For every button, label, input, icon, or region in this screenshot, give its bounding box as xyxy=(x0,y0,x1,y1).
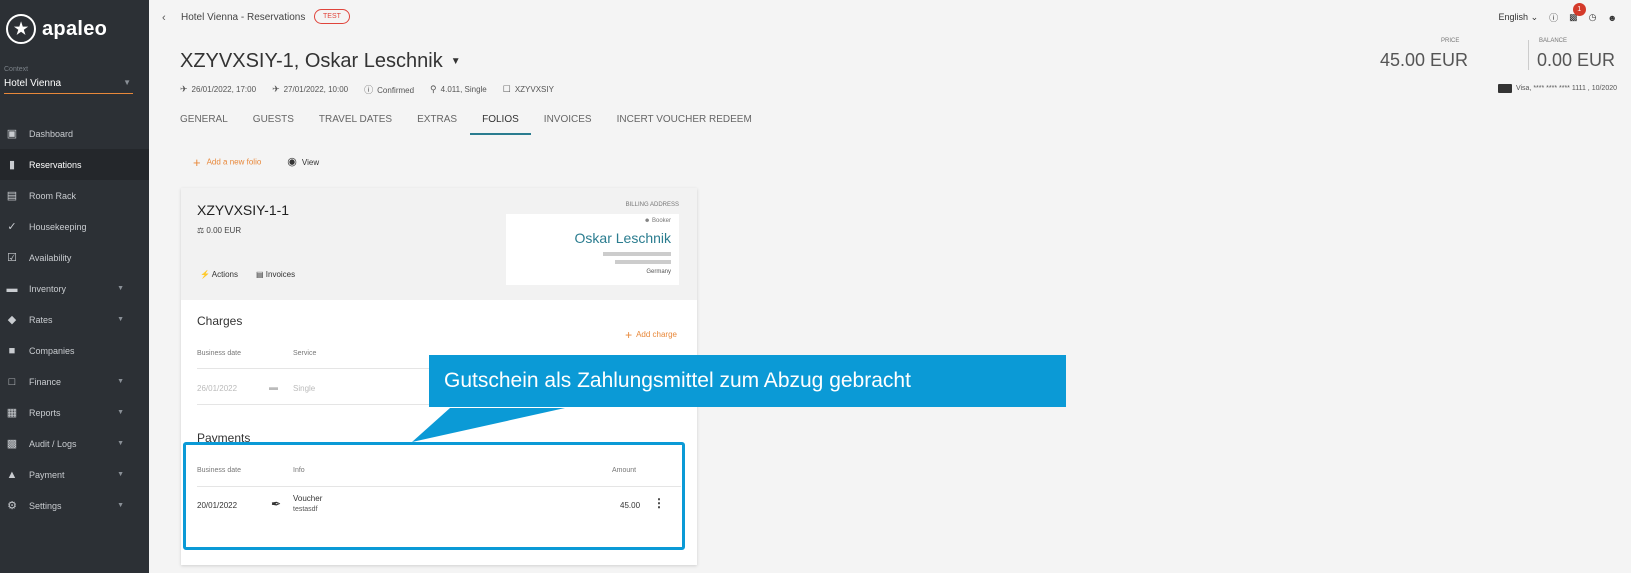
annotation-callout: Gutschein als Zahlungsmittel zum Abzug g… xyxy=(429,355,1066,407)
callout-tail xyxy=(412,408,565,442)
